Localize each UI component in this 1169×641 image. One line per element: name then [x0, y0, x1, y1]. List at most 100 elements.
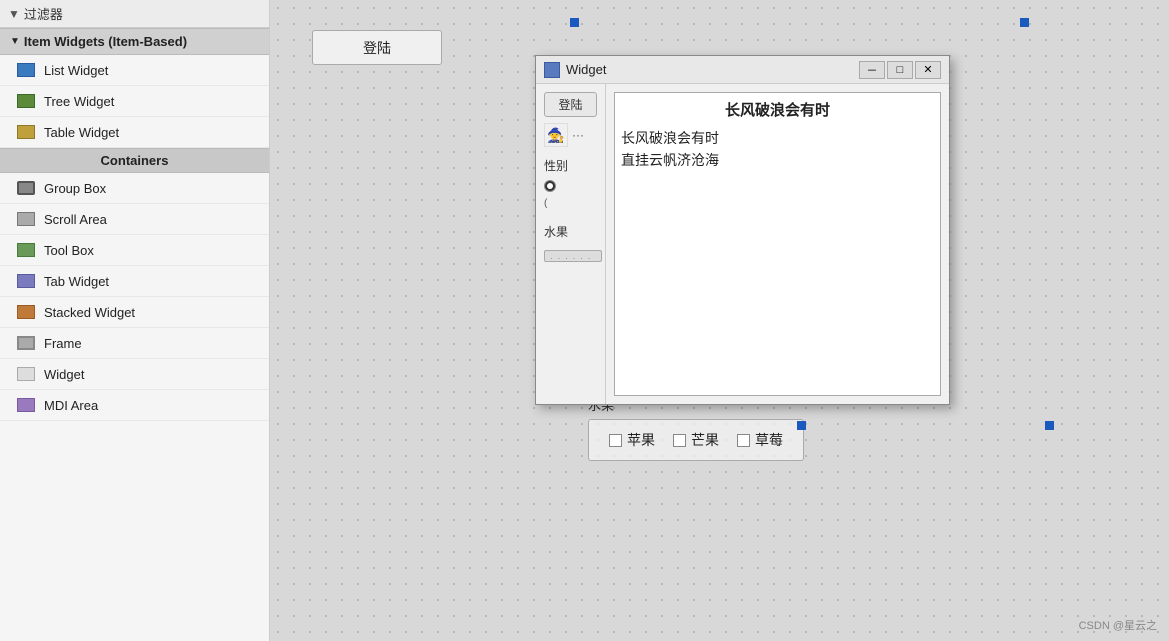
frame-label: Frame — [44, 336, 82, 351]
tab-widget-label: Tab Widget — [44, 274, 109, 289]
checkbox-apple[interactable]: 苹果 — [609, 430, 655, 450]
popup-login-label: 登陆 — [558, 98, 582, 112]
watermark: CSDN @星云之 — [1079, 617, 1157, 633]
list-icon-shape — [17, 63, 35, 77]
sidebar-item-group-box[interactable]: Group Box — [0, 173, 269, 204]
popup-text-box[interactable]: 长风破浪会有时 长风破浪会有时 直挂云帆济沧海 — [614, 92, 941, 396]
sidebar-item-mdi-area[interactable]: MDI Area — [0, 390, 269, 421]
widget-icon — [16, 364, 36, 384]
tree-widget-label: Tree Widget — [44, 94, 114, 109]
popup-radio-dot — [544, 180, 556, 192]
tool-box-label: Tool Box — [44, 243, 94, 258]
filter-label: 过滤器 — [24, 4, 63, 23]
tree-icon-shape — [17, 94, 35, 108]
group-box-label: Group Box — [44, 181, 106, 196]
sidebar-item-tab-widget[interactable]: Tab Widget — [0, 266, 269, 297]
popup-slider[interactable]: · · · · · · — [544, 250, 602, 262]
stacked-widget-icon — [16, 302, 36, 322]
checkbox-strawberry-box — [737, 434, 750, 447]
frame-icon — [16, 333, 36, 353]
popup-text-line3: 直挂云帆济沧海 — [621, 149, 934, 171]
table-icon-shape — [17, 125, 35, 139]
stacked-widget-label: Stacked Widget — [44, 305, 135, 320]
popup-radio-fill — [547, 183, 553, 189]
table-widget-icon — [16, 122, 36, 142]
sidebar-item-tree-widget[interactable]: Tree Widget — [0, 86, 269, 117]
sidebar-item-table-widget[interactable]: Table Widget — [0, 117, 269, 148]
section-label-item-widgets: Item Widgets (Item-Based) — [24, 34, 187, 49]
main-design-area[interactable]: 登陆 🧙 图标 性别 男 女 水果 苹果 — [270, 0, 1169, 641]
filter-bar: ▼ 过滤器 — [0, 0, 269, 28]
tool-box-shape — [17, 243, 35, 257]
widget-label: Widget — [44, 367, 84, 382]
handle-bm — [1045, 421, 1054, 430]
popup-title-icon — [544, 62, 560, 78]
sidebar-item-tool-box[interactable]: Tool Box — [0, 235, 269, 266]
popup-text-line2: 长风破浪会有时 — [621, 127, 934, 149]
sidebar-item-stacked-widget[interactable]: Stacked Widget — [0, 297, 269, 328]
table-widget-label: Table Widget — [44, 125, 119, 140]
popup-right-panel: 长风破浪会有时 长风破浪会有时 直挂云帆济沧海 — [606, 84, 949, 404]
group-box-shape — [17, 181, 35, 195]
section-item-widgets[interactable]: ▼ Item Widgets (Item-Based) — [0, 28, 269, 55]
list-widget-icon — [16, 60, 36, 80]
frame-shape — [17, 336, 35, 350]
checkbox-strawberry[interactable]: 草莓 — [737, 430, 783, 450]
popup-close-button[interactable]: ✕ — [915, 61, 941, 79]
checkbox-mango[interactable]: 芒果 — [673, 430, 719, 450]
popup-controls: － □ ✕ — [859, 61, 941, 79]
popup-icon-row: 🧙 ··· — [544, 123, 597, 147]
mdi-area-label: MDI Area — [44, 398, 98, 413]
sidebar-item-frame[interactable]: Frame — [0, 328, 269, 359]
canvas-login-button[interactable]: 登陆 — [312, 30, 442, 65]
section-containers[interactable]: Containers — [0, 148, 269, 173]
filter-icon: ▼ — [8, 7, 20, 21]
canvas-login-label: 登陆 — [363, 38, 391, 58]
popup-titlebar: Widget － □ ✕ — [536, 56, 949, 84]
scroll-area-label: Scroll Area — [44, 212, 107, 227]
tree-widget-icon — [16, 91, 36, 111]
popup-icon-image: 🧙 — [544, 123, 568, 147]
left-panel: ▼ 过滤器 ▼ Item Widgets (Item-Based) List W… — [0, 0, 270, 641]
popup-radio-text: ( — [544, 198, 597, 209]
popup-gender-label: 性别 — [544, 157, 597, 174]
popup-title-text: Widget — [566, 62, 853, 77]
popup-fruit-label: 水果 — [544, 223, 597, 240]
checkbox-apple-box — [609, 434, 622, 447]
popup-minimize-button[interactable]: － — [859, 61, 885, 79]
scroll-area-shape — [17, 212, 35, 226]
handle-tl — [570, 18, 579, 27]
tool-box-icon — [16, 240, 36, 260]
tab-widget-shape — [17, 274, 35, 288]
group-box-icon — [16, 178, 36, 198]
maximize-label: □ — [897, 64, 904, 76]
popup-widget-window: Widget － □ ✕ 登陆 🧙 · — [535, 55, 950, 405]
popup-icon-dots: ··· — [572, 128, 584, 142]
checkbox-apple-label: 苹果 — [627, 430, 655, 450]
popup-body: 登陆 🧙 ··· 性别 ( 水果 · · · · · · — [536, 84, 949, 404]
checkbox-mango-box — [673, 434, 686, 447]
checkbox-strawberry-label: 草莓 — [755, 430, 783, 450]
list-widget-label: List Widget — [44, 63, 108, 78]
checkbox-mango-label: 芒果 — [691, 430, 719, 450]
tab-widget-icon — [16, 271, 36, 291]
mdi-shape — [17, 398, 35, 412]
section-arrow-item-widgets: ▼ — [10, 36, 20, 47]
widget-shape — [17, 367, 35, 381]
handle-bl — [797, 421, 806, 430]
popup-slider-marks: · · · · · · — [550, 253, 592, 263]
stacked-shape — [17, 305, 35, 319]
close-label: ✕ — [923, 63, 932, 76]
sidebar-item-widget[interactable]: Widget — [0, 359, 269, 390]
popup-left-panel: 登陆 🧙 ··· 性别 ( 水果 · · · · · · — [536, 84, 606, 404]
mdi-area-icon — [16, 395, 36, 415]
sidebar-item-scroll-area[interactable]: Scroll Area — [0, 204, 269, 235]
popup-login-button[interactable]: 登陆 — [544, 92, 597, 117]
popup-maximize-button[interactable]: □ — [887, 61, 913, 79]
popup-text-line1: 长风破浪会有时 — [621, 99, 934, 123]
scroll-area-icon — [16, 209, 36, 229]
sidebar-item-list-widget[interactable]: List Widget — [0, 55, 269, 86]
popup-radio-row[interactable] — [544, 180, 597, 192]
handle-tm — [1020, 18, 1029, 27]
containers-label: Containers — [101, 153, 169, 168]
